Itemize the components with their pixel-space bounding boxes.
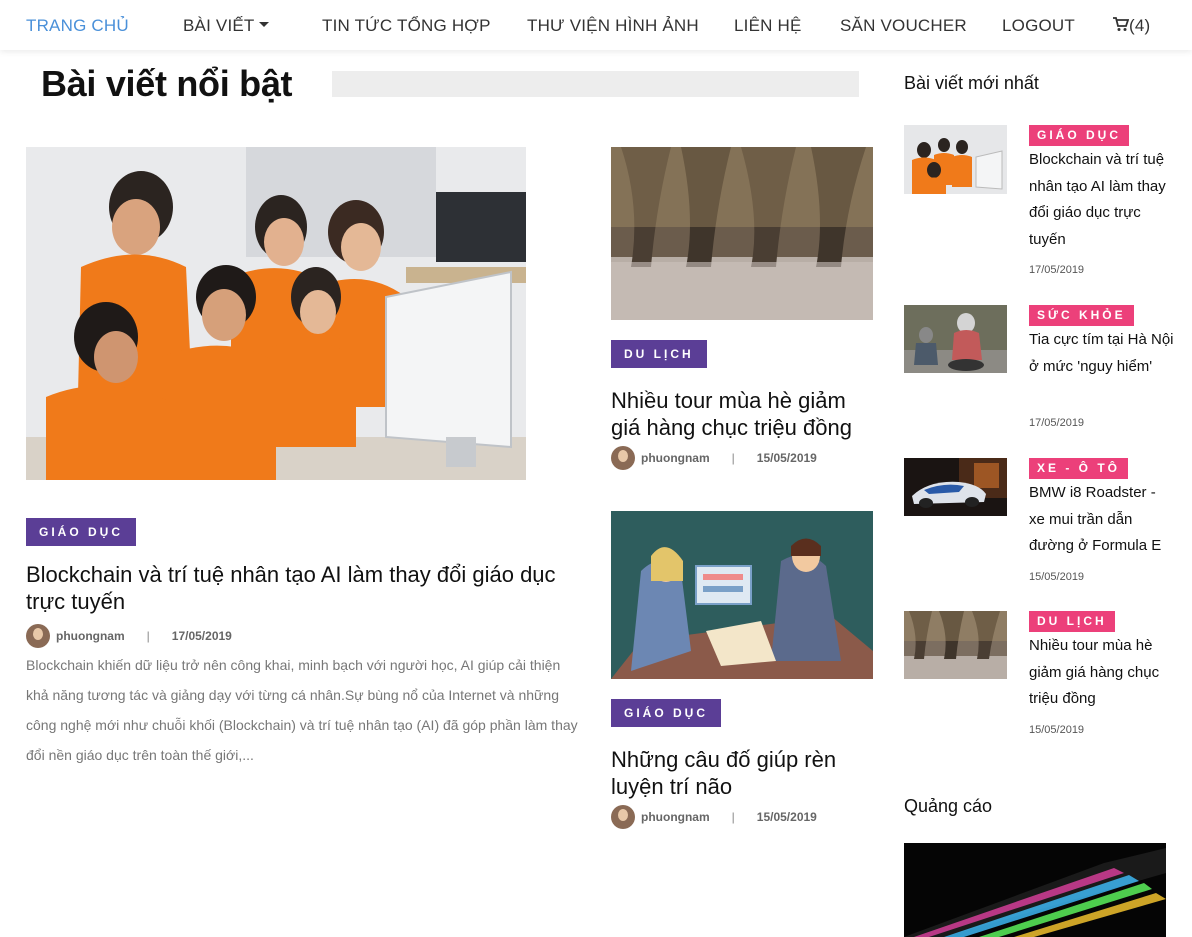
main-post-meta: phuongnam | 17/05/2019: [26, 624, 232, 648]
latest-post-category-tag[interactable]: DU LỊCH: [1029, 611, 1115, 632]
latest-post-date: 17/05/2019: [1029, 417, 1085, 429]
ads-heading: Quảng cáo: [904, 796, 993, 816]
author-name[interactable]: phuongnam: [641, 810, 710, 824]
nav-logout-link[interactable]: LOGOUT: [1002, 16, 1075, 36]
nav-posts-dropdown[interactable]: BÀI VIẾT: [183, 16, 269, 36]
cart-count: (4): [1129, 16, 1151, 35]
post-date: 15/05/2019: [756, 451, 817, 465]
latest-post-category-tag[interactable]: SỨC KHỎE: [1029, 305, 1134, 326]
latest-post-thumbnail[interactable]: [904, 125, 1007, 194]
nav-contact-link[interactable]: LIÊN HỆ: [734, 16, 802, 36]
travel-post-image[interactable]: [611, 147, 873, 320]
post-date: 15/05/2019: [756, 810, 817, 824]
latest-post-thumbnail[interactable]: [904, 458, 1007, 516]
nav-voucher-link[interactable]: SĂN VOUCHER: [840, 16, 967, 36]
post-date: 17/05/2019: [171, 629, 232, 643]
main-post-category-tag[interactable]: GIÁO DỤC: [26, 518, 136, 546]
latest-post-category-tag[interactable]: XE - Ô TÔ: [1029, 458, 1129, 479]
puzzle-post-meta: phuongnam | 15/05/2019: [611, 805, 817, 829]
latest-post-category-tag[interactable]: GIÁO DỤC: [1029, 125, 1129, 146]
main-post-image[interactable]: [26, 147, 526, 480]
latest-post-thumbnail[interactable]: [904, 611, 1007, 679]
main-post-excerpt: Blockchain khiến dữ liệu trở nên công kh…: [26, 657, 578, 763]
ad-banner-image[interactable]: [904, 843, 1166, 937]
cart-icon: [1113, 17, 1129, 32]
latest-post-title[interactable]: Blockchain và trí tuệ nhân tạo AI làm th…: [1029, 147, 1174, 253]
puzzle-post-title[interactable]: Những câu đố giúp rèn luyện trí não: [611, 746, 873, 800]
caret-down-icon: [258, 22, 269, 28]
meta-separator: |: [146, 629, 150, 643]
latest-post-title[interactable]: Nhiều tour mùa hè giảm giá hàng chục tri…: [1029, 633, 1174, 713]
travel-post-meta: phuongnam | 15/05/2019: [611, 446, 817, 470]
puzzle-post-category-tag[interactable]: GIÁO DỤC: [611, 699, 721, 727]
author-avatar: [611, 805, 635, 829]
latest-posts-heading: Bài viết mới nhất: [904, 73, 1039, 93]
nav-gallery-link[interactable]: THƯ VIỆN HÌNH ẢNH: [527, 16, 699, 36]
main-post-title[interactable]: Blockchain và trí tuệ nhân tạo AI làm th…: [26, 561, 596, 615]
latest-post-date: 15/05/2019: [1029, 724, 1085, 736]
nav-news-link[interactable]: TIN TỨC TỔNG HỢP: [322, 16, 491, 36]
latest-post-title[interactable]: BMW i8 Roadster - xe mui trần dẫn đường …: [1029, 480, 1174, 560]
travel-post-category-tag[interactable]: DU LỊCH: [611, 340, 707, 368]
latest-post-thumbnail[interactable]: [904, 305, 1007, 373]
author-avatar: [26, 624, 50, 648]
puzzle-post-image[interactable]: [611, 511, 873, 679]
latest-post-title[interactable]: Tia cực tím tại Hà Nội ở mức 'nguy hiểm': [1029, 327, 1174, 380]
travel-post-title[interactable]: Nhiều tour mùa hè giảm giá hàng chục tri…: [611, 387, 873, 441]
nav-posts-label: BÀI VIẾT: [183, 16, 255, 35]
meta-separator: |: [731, 451, 735, 465]
latest-post-date: 15/05/2019: [1029, 571, 1085, 583]
author-name[interactable]: phuongnam: [56, 629, 125, 643]
nav-home-link[interactable]: TRANG CHỦ: [26, 16, 129, 36]
author-avatar: [611, 446, 635, 470]
meta-separator: |: [731, 810, 735, 824]
latest-post-date: 17/05/2019: [1029, 264, 1085, 276]
top-navbar: TRANG CHỦ BÀI VIẾT TIN TỨC TỔNG HỢP THƯ …: [0, 0, 1192, 50]
nav-cart-link[interactable]: (4): [1113, 16, 1150, 36]
featured-heading: Bài viết nổi bật: [41, 63, 293, 104]
author-name[interactable]: phuongnam: [641, 451, 710, 465]
heading-divider-bar: [332, 71, 859, 97]
